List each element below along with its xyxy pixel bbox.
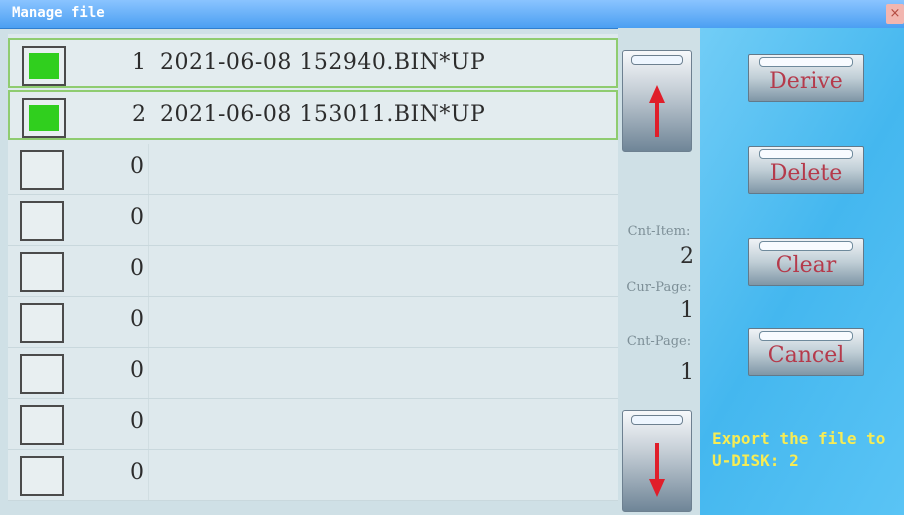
file-row-3[interactable]: 0 (8, 144, 618, 195)
cur-page-label: Cur-Page: (626, 280, 692, 295)
arrow-up-icon (649, 85, 665, 137)
row-filename: 2021-06-08 153011.BIN*UP (160, 102, 486, 127)
column-divider (148, 195, 149, 245)
button-highlight (759, 149, 853, 159)
button-highlight (759, 241, 853, 251)
column-divider (148, 246, 149, 296)
derive-label: Derive (769, 69, 843, 94)
cur-page-value: 1 (680, 298, 694, 323)
column-divider (148, 348, 149, 398)
row-index: 0 (130, 460, 145, 485)
row-index: 1 (132, 50, 147, 75)
row-checkbox[interactable] (20, 150, 64, 190)
column-divider (148, 399, 149, 449)
cnt-page-value: 1 (680, 360, 694, 385)
title-bar: Manage file × (0, 0, 904, 29)
clear-label: Clear (775, 253, 837, 278)
cancel-label: Cancel (767, 343, 845, 368)
derive-button[interactable]: Derive (748, 54, 864, 102)
window-title: Manage file (12, 5, 105, 21)
row-checkbox[interactable] (22, 46, 66, 86)
row-checkbox[interactable] (20, 201, 64, 241)
row-index: 0 (130, 154, 145, 179)
button-highlight (631, 415, 683, 425)
button-highlight (631, 55, 683, 65)
row-index: 2 (132, 102, 147, 127)
row-checkbox[interactable] (22, 98, 66, 138)
close-icon[interactable]: × (886, 4, 904, 24)
row-checkbox[interactable] (20, 456, 64, 496)
row-checkbox[interactable] (20, 252, 64, 292)
scroll-down-button[interactable] (622, 410, 692, 512)
file-row-2[interactable]: 2 2021-06-08 153011.BIN*UP (8, 90, 618, 140)
checked-indicator (29, 105, 59, 131)
export-status-text: Export the file to U-DISK: 2 (712, 429, 886, 470)
file-row-5[interactable]: 0 (8, 246, 618, 297)
column-divider (148, 144, 149, 194)
column-divider (148, 297, 149, 347)
row-checkbox[interactable] (20, 303, 64, 343)
clear-button[interactable]: Clear (748, 238, 864, 286)
cnt-page-label: Cnt-Page: (626, 334, 692, 349)
button-highlight (759, 57, 853, 67)
row-filename: 2021-06-08 152940.BIN*UP (160, 50, 486, 75)
row-index: 0 (130, 205, 145, 230)
file-list: 1 2021-06-08 152940.BIN*UP 2 2021-06-08 … (8, 34, 618, 501)
file-row-4[interactable]: 0 (8, 195, 618, 246)
scroll-up-button[interactable] (622, 50, 692, 152)
row-index: 0 (130, 307, 145, 332)
cancel-button[interactable]: Cancel (748, 328, 864, 376)
file-row-8[interactable]: 0 (8, 399, 618, 450)
row-index: 0 (130, 358, 145, 383)
column-divider (148, 450, 149, 500)
cnt-item-label: Cnt-Item: (627, 224, 691, 239)
row-index: 0 (130, 409, 145, 434)
row-index: 0 (130, 256, 145, 281)
row-checkbox[interactable] (20, 354, 64, 394)
cnt-item-value: 2 (680, 244, 694, 269)
file-row-1[interactable]: 1 2021-06-08 152940.BIN*UP (8, 38, 618, 88)
arrow-down-icon (649, 443, 665, 497)
file-row-6[interactable]: 0 (8, 297, 618, 348)
button-highlight (759, 331, 853, 341)
row-checkbox[interactable] (20, 405, 64, 445)
file-row-9[interactable]: 0 (8, 450, 618, 501)
delete-label: Delete (769, 161, 843, 186)
delete-button[interactable]: Delete (748, 146, 864, 194)
file-row-7[interactable]: 0 (8, 348, 618, 399)
checked-indicator (29, 53, 59, 79)
